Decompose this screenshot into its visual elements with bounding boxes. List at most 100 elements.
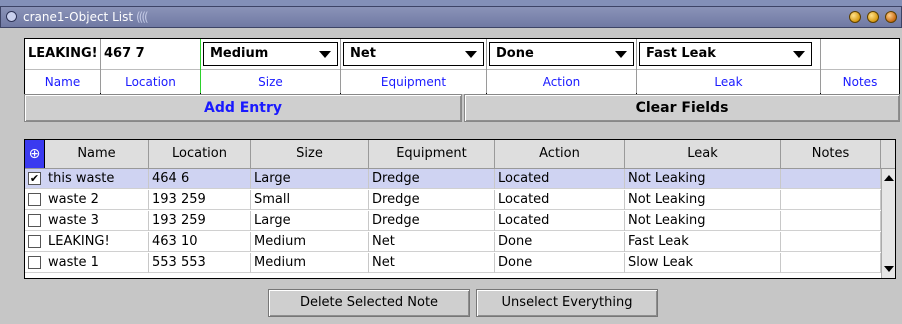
column-header-location[interactable]: Location <box>149 140 251 168</box>
row-checkbox[interactable] <box>28 193 41 206</box>
notes-input[interactable] <box>821 39 899 69</box>
vertical-scrollbar[interactable] <box>881 169 895 278</box>
table-cell-size: Large <box>251 211 369 231</box>
table-cell-name: this waste <box>45 169 149 189</box>
table-cell-notes <box>781 211 881 231</box>
column-header-notes[interactable]: Notes <box>781 140 881 168</box>
chevron-down-icon <box>793 51 805 58</box>
column-header-leak[interactable]: Leak <box>625 140 781 168</box>
table-cell-notes <box>781 232 881 252</box>
notes-label: Notes <box>821 69 899 94</box>
table-cell-size: Medium <box>251 253 369 273</box>
table-cell-location: 553 553 <box>149 253 251 273</box>
leak-select[interactable]: Fast Leak <box>639 42 812 66</box>
table-cell-action: Located <box>495 190 625 210</box>
table-cell-equipment: Dredge <box>369 190 495 210</box>
size-select-value: Medium <box>210 46 269 61</box>
table-cell-leak: Slow Leak <box>625 253 781 273</box>
size-label: Size <box>201 69 340 94</box>
table-cell-action: Located <box>495 211 625 231</box>
table-cell-action: Done <box>495 232 625 252</box>
scroll-up-icon[interactable] <box>884 175 894 181</box>
table-row[interactable]: LEAKING! 463 10 Medium Net Done Fast Leak <box>25 232 881 252</box>
leak-field-group: Fast Leak Leak <box>637 39 821 94</box>
table-header: ⊕ Name Location Size Equipment Action Le… <box>25 140 895 169</box>
table-cell-equipment: Net <box>369 253 495 273</box>
table-cell-name: waste 3 <box>45 211 149 231</box>
action-select[interactable]: Done <box>489 42 634 66</box>
name-label: Name <box>25 69 100 94</box>
form-button-bar: Add Entry Clear Fields <box>24 94 900 122</box>
table-cell-action: Done <box>495 253 625 273</box>
table-cell-notes <box>781 169 881 189</box>
column-header-size[interactable]: Size <box>251 140 369 168</box>
row-checkbox[interactable]: ✔ <box>28 172 41 185</box>
table-cell-action: Located <box>495 169 625 189</box>
table-cell-name: waste 2 <box>45 190 149 210</box>
chevron-down-icon <box>615 51 627 58</box>
action-select-value: Done <box>496 46 534 61</box>
table-cell-leak: Fast Leak <box>625 232 781 252</box>
leak-label: Leak <box>637 69 820 94</box>
size-select[interactable]: Medium <box>203 42 338 66</box>
action-field-group: Done Action <box>487 39 637 94</box>
table-cell-leak: Not Leaking <box>625 211 781 231</box>
chevron-down-icon <box>319 51 331 58</box>
equipment-label: Equipment <box>341 69 486 94</box>
table-cell-equipment: Dredge <box>369 211 495 231</box>
table-row[interactable]: waste 2 193 259 Small Dredge Located Not Leak… <box>25 190 881 210</box>
table-cell-size: Large <box>251 169 369 189</box>
name-input[interactable]: LEAKING! <box>25 39 100 69</box>
crosshair-icon[interactable]: ⊕ <box>25 140 45 168</box>
table-cell-notes <box>781 253 881 273</box>
table-row[interactable]: ✔ this waste 464 6 Large Dredge Located Not Le… <box>25 169 881 189</box>
window-menu-icon[interactable] <box>6 11 17 22</box>
location-field-group: 467 7 Location <box>101 39 201 94</box>
table-cell-leak: Not Leaking <box>625 190 781 210</box>
title-bar[interactable]: crane1-Object List (((( <box>0 6 902 28</box>
table-cell-size: Small <box>251 190 369 210</box>
table-cell-location: 464 6 <box>149 169 251 189</box>
row-checkbox[interactable] <box>28 235 41 248</box>
row-checkbox[interactable] <box>28 256 41 269</box>
maximize-icon[interactable] <box>867 11 879 23</box>
column-header-action[interactable]: Action <box>495 140 625 168</box>
table-cell-leak: Not Leaking <box>625 169 781 189</box>
object-list-window: crane1-Object List (((( LEAKING! Name 46… <box>0 6 902 324</box>
equipment-select[interactable]: Net <box>343 42 484 66</box>
table-cell-equipment: Net <box>369 232 495 252</box>
equipment-field-group: Net Equipment <box>341 39 487 94</box>
table-row[interactable]: waste 1 553 553 Medium Net Done Slow Leak <box>25 253 881 273</box>
equipment-select-value: Net <box>350 46 376 61</box>
location-input[interactable]: 467 7 <box>101 39 200 69</box>
object-table: ⊕ Name Location Size Equipment Action Le… <box>24 139 896 279</box>
table-cell-name: LEAKING! <box>45 232 149 252</box>
unselect-everything-button[interactable]: Unselect Everything <box>476 289 658 317</box>
table-cell-location: 193 259 <box>149 190 251 210</box>
size-field-group: Medium Size <box>201 39 341 94</box>
entry-form: LEAKING! Name 467 7 Location Medium Size… <box>24 38 900 94</box>
column-header-name[interactable]: Name <box>45 140 149 168</box>
window-title: crane1-Object List <box>23 10 134 24</box>
notes-field-group: Notes <box>821 39 899 94</box>
table-row[interactable]: waste 3 193 259 Large Dredge Located Not Leak… <box>25 211 881 231</box>
location-label: Location <box>101 69 200 94</box>
table-cell-size: Medium <box>251 232 369 252</box>
scroll-down-icon[interactable] <box>884 266 894 272</box>
table-cell-equipment: Dredge <box>369 169 495 189</box>
add-entry-button[interactable]: Add Entry <box>24 94 462 122</box>
title-decoration: (((( <box>136 10 149 24</box>
delete-selected-note-button[interactable]: Delete Selected Note <box>268 289 470 317</box>
name-field-group: LEAKING! Name <box>25 39 101 94</box>
column-header-equipment[interactable]: Equipment <box>369 140 495 168</box>
clear-fields-button[interactable]: Clear Fields <box>464 94 900 122</box>
entry-panel: LEAKING! Name 467 7 Location Medium Size… <box>4 31 900 124</box>
row-checkbox[interactable] <box>28 214 41 227</box>
close-icon[interactable] <box>885 11 897 23</box>
minimize-icon[interactable] <box>849 11 861 23</box>
table-cell-notes <box>781 190 881 210</box>
table-cell-location: 193 259 <box>149 211 251 231</box>
action-label: Action <box>487 69 636 94</box>
table-cell-location: 463 10 <box>149 232 251 252</box>
leak-select-value: Fast Leak <box>646 46 716 61</box>
